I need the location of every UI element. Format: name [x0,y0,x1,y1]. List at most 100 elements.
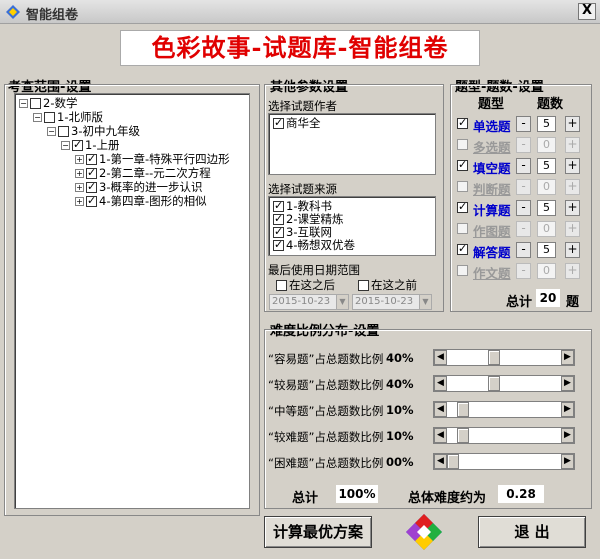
checkbox[interactable] [273,238,284,252]
count-field[interactable]: 0 [537,137,556,153]
checkbox[interactable] [457,181,468,192]
checkbox[interactable] [86,180,97,194]
compute-button[interactable]: 计算最优方案 [264,516,372,548]
list-item[interactable]: 3-互联网 [273,225,332,239]
dropdown-arrow-icon[interactable]: ▼ [419,295,431,309]
count-field[interactable]: 5 [537,200,556,216]
slider-left-arrow-icon[interactable]: ◀ [434,376,447,391]
slider-thumb[interactable] [488,350,500,365]
tree-item[interactable]: +3-概率的进一步认识 [75,180,202,194]
list-item[interactable]: 商华全 [273,116,321,130]
increment-button[interactable]: + [565,179,580,195]
increment-button[interactable]: + [565,137,580,153]
decrement-button[interactable]: - [516,200,531,216]
decrement-button[interactable]: - [516,158,531,174]
checkbox[interactable] [273,199,284,213]
decrement-button[interactable]: - [516,137,531,153]
checkbox[interactable] [457,158,468,171]
list-item[interactable]: 4-畅想双优卷 [273,238,355,252]
collapse-icon[interactable]: − [33,113,42,122]
checkbox[interactable] [44,112,55,123]
dropdown-arrow-icon[interactable]: ▼ [336,295,348,309]
increment-button[interactable]: + [565,200,580,216]
slider-left-arrow-icon[interactable]: ◀ [434,428,447,443]
scope-tree[interactable]: −2-数学 −1-北师版 −3-初中九年级 −1-上册 +1-第一章-特殊平行四… [14,93,250,509]
collapse-icon[interactable]: − [19,99,28,108]
slider-right-arrow-icon[interactable]: ▶ [561,350,574,365]
tree-item[interactable]: − 1-北师版 [33,110,103,124]
decrement-button[interactable]: - [516,242,531,258]
slider-thumb[interactable] [457,428,469,443]
exit-button[interactable]: 退 出 [478,516,586,548]
slider-right-arrow-icon[interactable]: ▶ [561,428,574,443]
count-field[interactable]: 0 [537,263,556,279]
increment-button[interactable]: + [565,158,580,174]
count-field[interactable]: 5 [537,158,556,174]
count-field[interactable]: 0 [537,221,556,237]
increment-button[interactable]: + [565,263,580,279]
count-field[interactable]: 5 [537,242,556,258]
before-option[interactable]: 在这之前 [358,278,417,292]
decrement-button[interactable]: - [516,221,531,237]
slider-thumb[interactable] [457,402,469,417]
tree-item[interactable]: − 3-初中九年级 [47,124,140,138]
expand-icon[interactable]: + [75,155,84,164]
expand-icon[interactable]: + [75,197,84,206]
checkbox[interactable] [457,265,468,276]
list-item[interactable]: 1-教科书 [273,199,332,213]
checkbox[interactable] [358,280,369,291]
decrement-button[interactable]: - [516,179,531,195]
count-field[interactable]: 5 [537,116,556,132]
checkbox[interactable] [457,116,468,129]
count-field[interactable]: 0 [537,179,556,195]
list-item[interactable]: 2-课堂精炼 [273,212,343,226]
difficulty-slider[interactable]: ◀ ▶ [433,401,575,418]
slider-thumb[interactable] [447,454,459,469]
slider-left-arrow-icon[interactable]: ◀ [434,402,447,417]
difficulty-slider[interactable]: ◀ ▶ [433,375,575,392]
checkbox[interactable] [273,212,284,226]
collapse-icon[interactable]: − [47,127,56,136]
checkbox[interactable] [273,225,284,239]
slider-right-arrow-icon[interactable]: ▶ [561,402,574,417]
tree-item[interactable]: +1-第一章-特殊平行四边形 [75,152,230,166]
tree-item[interactable]: +2-第二章--元二次方程 [75,166,211,180]
tree-item[interactable]: − 1-上册 [61,138,119,152]
before-date-picker[interactable]: 2015-10-23 ▼ [352,294,432,310]
checkbox[interactable] [457,242,468,255]
checkbox[interactable] [457,223,468,234]
slider-thumb[interactable] [488,376,500,391]
decrement-button[interactable]: - [516,116,531,132]
checkbox[interactable] [273,116,284,130]
difficulty-slider[interactable]: ◀ ▶ [433,349,575,366]
checkbox[interactable] [58,126,69,137]
checkbox[interactable] [72,138,83,152]
tree-item[interactable]: − 2-数学 [19,96,77,110]
slider-right-arrow-icon[interactable]: ▶ [561,376,574,391]
source-list[interactable]: 1-教科书 2-课堂精炼 3-互联网 4-畅想双优卷 [268,196,436,256]
slider-left-arrow-icon[interactable]: ◀ [434,454,447,469]
checkbox[interactable] [457,139,468,150]
after-option[interactable]: 在这之后 [276,278,335,292]
tree-item[interactable]: +4-第四章-图形的相似 [75,194,207,208]
checkbox[interactable] [86,194,97,208]
author-list[interactable]: 商华全 [268,113,436,175]
slider-right-arrow-icon[interactable]: ▶ [561,454,574,469]
checkbox[interactable] [276,280,287,291]
checkbox[interactable] [30,98,41,109]
difficulty-slider[interactable]: ◀ ▶ [433,427,575,444]
increment-button[interactable]: + [565,116,580,132]
checkbox[interactable] [86,152,97,166]
close-button[interactable]: X [578,3,596,20]
collapse-icon[interactable]: − [61,141,70,150]
expand-icon[interactable]: + [75,169,84,178]
increment-button[interactable]: + [565,242,580,258]
checkbox[interactable] [86,166,97,180]
slider-left-arrow-icon[interactable]: ◀ [434,350,447,365]
difficulty-slider[interactable]: ◀ ▶ [433,453,575,470]
after-date-picker[interactable]: 2015-10-23 ▼ [269,294,349,310]
expand-icon[interactable]: + [75,183,84,192]
checkbox[interactable] [457,200,468,213]
decrement-button[interactable]: - [516,263,531,279]
increment-button[interactable]: + [565,221,580,237]
